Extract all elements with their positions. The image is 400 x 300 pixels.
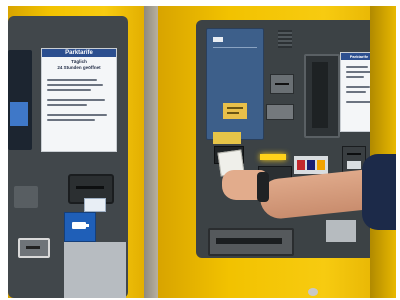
indicator-light — [260, 154, 286, 160]
left-info-sticker — [84, 198, 106, 212]
ticket-insert-slot[interactable] — [214, 146, 245, 177]
ticket-insert-label — [213, 132, 241, 144]
far-right-machine-edge — [370, 6, 396, 298]
payment-logos — [294, 156, 328, 174]
speaker-grille — [278, 30, 292, 48]
shirt-sleeve — [362, 154, 396, 230]
coin-slot[interactable] — [266, 104, 294, 120]
left-coin-unit — [14, 186, 38, 208]
left-receipt-slot[interactable] — [18, 238, 50, 258]
wristwatch — [257, 172, 269, 202]
bill-acceptor[interactable] — [304, 54, 340, 138]
left-sign-title: Parktarife — [42, 49, 116, 57]
video-surveillance-sticker — [64, 212, 96, 242]
left-machine-screen — [8, 50, 32, 150]
display-yellow-label — [223, 103, 247, 119]
left-notice-sheet — [64, 242, 126, 298]
left-sign-subtitle-2: 24 Stunden geöffnet — [57, 65, 101, 70]
bottom-sticker — [308, 288, 318, 296]
right-notice-plate — [326, 220, 356, 242]
main-display — [206, 28, 264, 140]
ticket-dispenser-tray[interactable] — [208, 228, 294, 256]
card-slot[interactable] — [270, 74, 294, 94]
display-logo — [213, 37, 223, 42]
left-price-sign: Parktarife Täglich 24 Stunden geöffnet — [41, 48, 117, 152]
photo-scene: Parktarife Täglich 24 Stunden geöffnet P… — [8, 6, 396, 298]
